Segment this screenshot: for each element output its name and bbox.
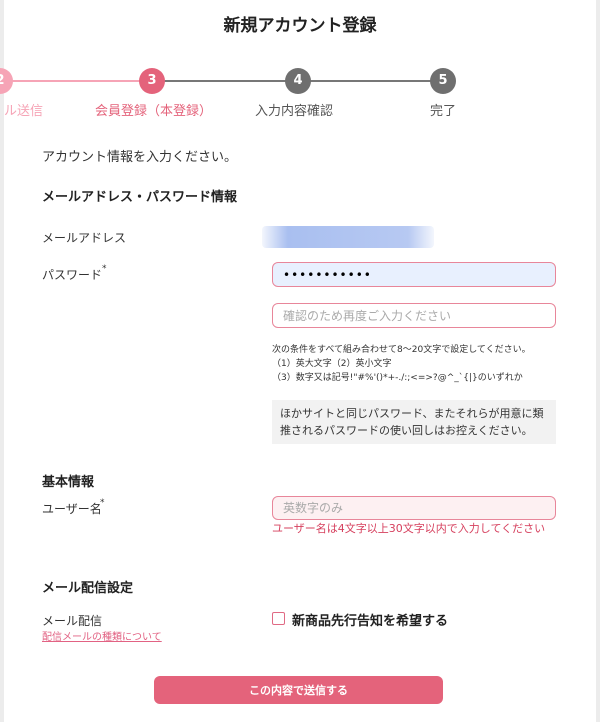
frame-edge-right: [596, 0, 600, 722]
section-heading-account: メールアドレス・パスワード情報: [42, 190, 238, 205]
step-connector-done: [4, 80, 142, 82]
password-label: パスワード: [42, 268, 103, 282]
submit-button[interactable]: この内容で送信する: [154, 676, 443, 704]
notice-line-2: 推されるパスワードの使い回しはお控えください。: [280, 424, 533, 437]
password-condition-3: （3）数字又は記号!"#%'()*+-./:;<=>?@^_`{|}のいずれか: [272, 373, 523, 383]
section-heading-basic: 基本情報: [42, 475, 95, 490]
username-required-mark: *: [100, 498, 105, 508]
password-confirm-input[interactable]: [272, 303, 556, 328]
username-error-message: ユーザー名は4文字以上30文字以内で入力してください: [272, 522, 546, 535]
step-connector-4-5: [310, 80, 432, 82]
password-condition-1: 次の条件をすべて組み合わせて8～20文字で設定してください。: [272, 345, 531, 355]
password-reuse-notice: ほかサイトと同じパスワード、またそれらが用意に類 推されるパスワードの使い回しは…: [272, 400, 556, 444]
email-label: メールアドレス: [42, 231, 127, 245]
intro-text: アカウント情報を入力ください。: [42, 150, 238, 165]
password-condition-2: （1）英大文字（2）英小文字: [272, 359, 392, 369]
page-title: 新規アカウント登録: [223, 16, 377, 36]
step-4-label: 入力内容確認: [255, 104, 334, 119]
step-connector-3-4: [164, 80, 286, 82]
username-label: ユーザー名: [42, 502, 102, 516]
new-product-notice-label[interactable]: 新商品先行告知を希望する: [292, 610, 448, 629]
step-4-circle: 4: [285, 68, 311, 94]
mail-types-link[interactable]: 配信メールの種類について: [42, 628, 162, 643]
step-2-label: ル送信: [4, 104, 44, 119]
step-5-label: 完了: [430, 104, 457, 119]
password-required-mark: *: [102, 264, 107, 274]
username-input[interactable]: [272, 496, 556, 520]
step-5-circle: 5: [430, 68, 456, 94]
step-3-circle: 3: [139, 68, 165, 94]
step-3-label: 会員登録（本登録）: [95, 104, 213, 119]
new-product-notice-checkbox[interactable]: [272, 612, 285, 625]
notice-line-1: ほかサイトと同じパスワード、またそれらが用意に類: [280, 407, 544, 420]
mail-delivery-label: メール配信: [42, 614, 103, 628]
step-2-circle: 2: [0, 68, 13, 94]
email-value-redacted: [262, 226, 434, 248]
section-heading-mail: メール配信設定: [42, 581, 134, 596]
password-input[interactable]: [272, 262, 556, 287]
